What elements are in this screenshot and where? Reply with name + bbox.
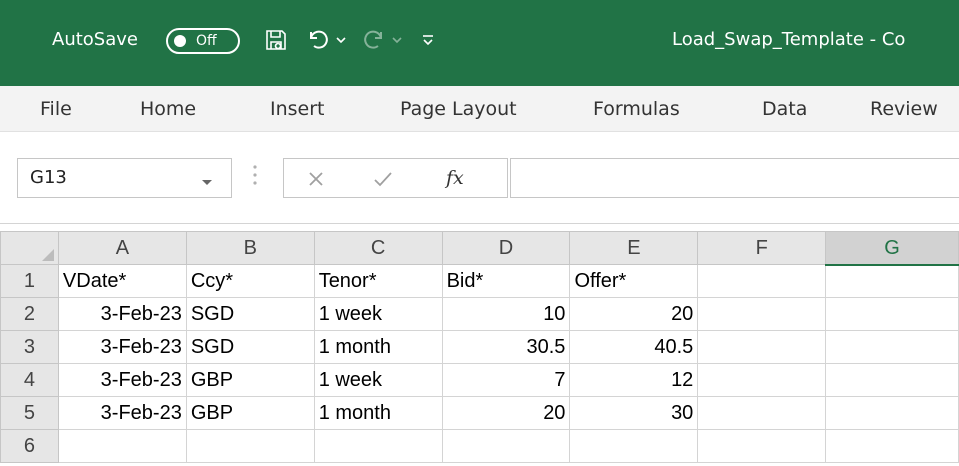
name-box[interactable]: G13 [17,158,232,198]
column-header-f[interactable]: F [697,231,827,265]
cell-a6[interactable] [57,429,187,463]
column-header-c[interactable]: C [313,231,443,265]
cell-f5[interactable] [697,396,827,430]
document-title: Load_Swap_Template - Co [672,29,906,50]
spreadsheet-grid: A B C D E F G 1 VDate* Ccy* Tenor* Bid* … [0,231,959,463]
table-row: 5 3-Feb-23 GBP 1 month 20 30 [0,396,959,430]
cell-f3[interactable] [697,330,827,364]
row-header[interactable]: 1 [0,264,59,298]
cell-a1[interactable]: VDate* [57,264,187,298]
cell-c5[interactable]: 1 month [313,396,443,430]
row-header[interactable]: 5 [0,396,59,430]
column-header-d[interactable]: D [441,231,571,265]
cell-e6[interactable] [569,429,699,463]
chevron-down-icon[interactable] [201,172,213,191]
cell-d1[interactable]: Bid* [441,264,571,298]
cell-g3[interactable] [825,330,959,364]
cell-b5[interactable]: GBP [185,396,315,430]
cell-c3[interactable]: 1 month [313,330,443,364]
cell-c6[interactable] [313,429,443,463]
redo-icon [360,24,388,56]
cell-f4[interactable] [697,363,827,397]
undo-dropdown-icon[interactable] [334,24,348,56]
cell-e4[interactable]: 12 [569,363,699,397]
cell-e1[interactable]: Offer* [569,264,699,298]
formula-bar: G13 fx [0,132,959,224]
table-row: 2 3-Feb-23 SGD 1 week 10 20 [0,297,959,331]
tab-file[interactable]: File [40,96,72,122]
cell-e3[interactable]: 40.5 [569,330,699,364]
select-all-corner[interactable] [0,231,59,265]
cell-f1[interactable] [697,264,827,298]
cell-d5[interactable]: 20 [441,396,571,430]
cell-c2[interactable]: 1 week [313,297,443,331]
column-header-a[interactable]: A [57,231,187,265]
customize-qat-icon[interactable] [418,24,438,56]
autosave-toggle[interactable]: Off [166,28,240,54]
undo-icon[interactable] [304,24,332,56]
cell-d3[interactable]: 30.5 [441,330,571,364]
name-box-value: G13 [30,167,67,188]
cell-g6[interactable] [825,429,959,463]
title-bar: AutoSave Off Load_Swap_Template - Co [0,0,959,86]
cell-a3[interactable]: 3-Feb-23 [57,330,187,364]
cell-d4[interactable]: 7 [441,363,571,397]
cell-a2[interactable]: 3-Feb-23 [57,297,187,331]
cell-a5[interactable]: 3-Feb-23 [57,396,187,430]
tab-formulas[interactable]: Formulas [593,96,680,122]
save-icon[interactable] [262,24,290,56]
tab-data[interactable]: Data [762,96,807,122]
cell-d2[interactable]: 10 [441,297,571,331]
check-icon[interactable] [372,169,394,193]
cell-g2[interactable] [825,297,959,331]
cell-b1[interactable]: Ccy* [185,264,315,298]
table-row: 4 3-Feb-23 GBP 1 week 7 12 [0,363,959,397]
row-header[interactable]: 3 [0,330,59,364]
tab-insert[interactable]: Insert [270,96,325,122]
cancel-icon[interactable] [306,169,326,193]
formula-bar-resize-handle[interactable] [252,162,258,192]
autosave-label: AutoSave [52,29,138,50]
tab-review[interactable]: Review [870,96,938,122]
cell-e5[interactable]: 30 [569,396,699,430]
insert-function-button[interactable]: fx [446,165,464,191]
autosave-state: Off [196,33,217,49]
cell-b2[interactable]: SGD [185,297,315,331]
table-row: 3 3-Feb-23 SGD 1 month 30.5 40.5 [0,330,959,364]
cell-g5[interactable] [825,396,959,430]
cell-d6[interactable] [441,429,571,463]
column-header-g[interactable]: G [825,231,959,266]
cell-c4[interactable]: 1 week [313,363,443,397]
row-header[interactable]: 6 [0,429,59,463]
cell-f6[interactable] [697,429,827,463]
column-header-e[interactable]: E [569,231,699,265]
cell-a4[interactable]: 3-Feb-23 [57,363,187,397]
toggle-knob [174,35,186,47]
ribbon-tabs: File Home Insert Page Layout Formulas Da… [0,86,959,132]
tab-home[interactable]: Home [140,96,196,122]
cell-b3[interactable]: SGD [185,330,315,364]
cell-g1[interactable] [825,264,959,298]
cell-c1[interactable]: Tenor* [313,264,443,298]
cell-e2[interactable]: 20 [569,297,699,331]
formula-buttons: fx [283,158,508,198]
table-row: 6 [0,429,959,463]
column-header-b[interactable]: B [185,231,315,265]
cell-b6[interactable] [185,429,315,463]
row-header[interactable]: 2 [0,297,59,331]
formula-input[interactable] [510,158,959,198]
tab-page-layout[interactable]: Page Layout [400,96,517,122]
cell-f2[interactable] [697,297,827,331]
cell-g4[interactable] [825,363,959,397]
select-all-triangle-icon [41,249,54,261]
row-header[interactable]: 4 [0,363,59,397]
table-row: 1 VDate* Ccy* Tenor* Bid* Offer* [0,264,959,298]
redo-dropdown-icon [390,24,404,56]
cell-b4[interactable]: GBP [185,363,315,397]
